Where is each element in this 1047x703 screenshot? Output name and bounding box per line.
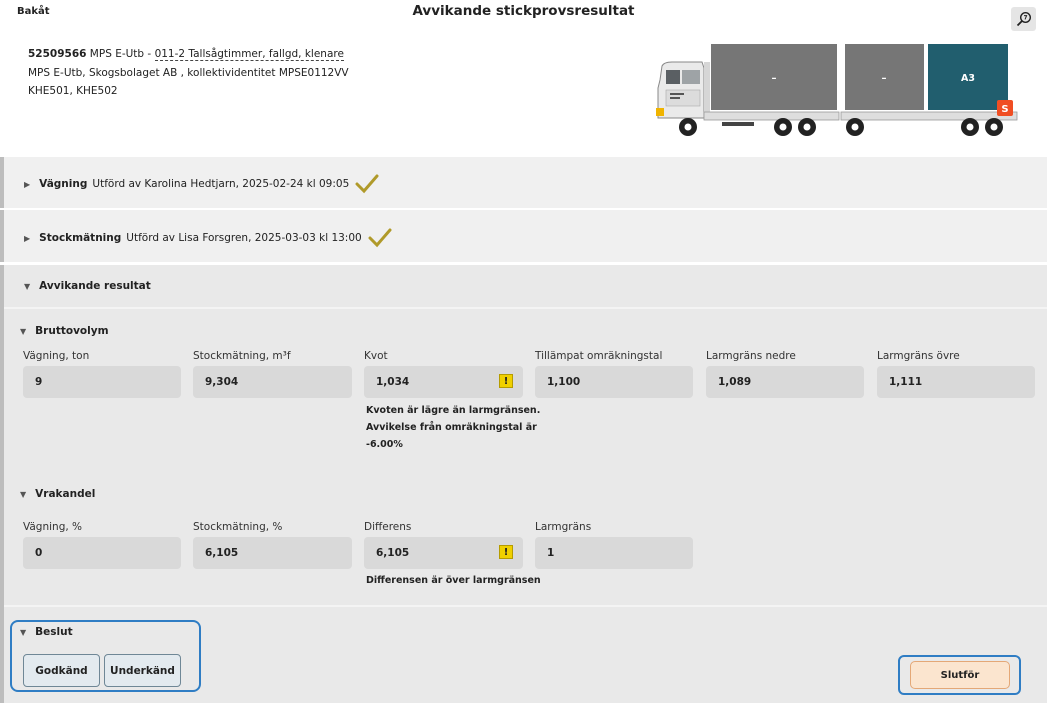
- org-prefix: MPS E-Utb -: [89, 48, 152, 60]
- gross-stock-field: 9,304: [193, 366, 352, 398]
- waste-stock-label: Stockmätning, %: [193, 521, 283, 533]
- zoom-icon: [1016, 11, 1031, 27]
- truck-cab-icon: [656, 61, 710, 119]
- weighing-title: Vägning: [39, 178, 88, 190]
- expand-down-icon: ▼: [20, 326, 27, 336]
- truck-wheels-icon: [679, 118, 1003, 136]
- finish-button[interactable]: Slutför: [910, 661, 1010, 689]
- weighing-section[interactable]: ▶ Vägning Utförd av Karolina Hedtjarn, 2…: [0, 157, 1047, 208]
- waste-diff-field: 6,105 !: [364, 537, 523, 569]
- waste-weighing-label: Vägning, %: [23, 521, 83, 533]
- stock-detail: Utförd av Lisa Forsgren, 2025-03-03 kl 1…: [126, 232, 362, 244]
- info-line-3: KHE501, KHE502: [28, 85, 118, 97]
- section-divider: [4, 307, 1047, 309]
- expand-down-icon: ▼: [20, 627, 27, 637]
- section-divider: [4, 262, 1047, 264]
- info-line-1: 52509566 MPS E-Utb - 011-2 Tallsågtimmer…: [28, 45, 349, 64]
- waste-diff-value: 6,105: [376, 547, 410, 559]
- gross-warning-message: Kvoten är lägre än larmgränsen. Avvikels…: [366, 402, 540, 453]
- page-title: Avvikande stickprovsresultat: [412, 3, 635, 19]
- assortment-link[interactable]: 011-2 Tallsågtimmer, fallgd, klenare: [154, 48, 344, 61]
- waste-warning-message: Differensen är över larmgränsen: [366, 575, 541, 586]
- result-title: Avvikande resultat: [39, 280, 151, 292]
- stock-title: Stockmätning: [39, 232, 122, 244]
- stock-section[interactable]: ▶ Stockmätning Utförd av Lisa Forsgren, …: [0, 210, 1047, 262]
- weighing-detail: Utförd av Karolina Hedtjarn, 2025-02-24 …: [92, 178, 350, 190]
- warning-icon: !: [499, 545, 513, 559]
- checkmark-icon: [355, 174, 379, 194]
- gross-weighing-field: 9: [23, 366, 181, 398]
- waste-weighing-field: 0: [23, 537, 181, 569]
- waste-diff-label: Differens: [364, 521, 412, 533]
- gross-upper-field: 1,111: [877, 366, 1035, 398]
- info-line-2: MPS E-Utb, Skogsbolaget AB , kollektivid…: [28, 66, 349, 79]
- weighing-header[interactable]: ▶ Vägning Utförd av Karolina Hedtjarn, 2…: [24, 174, 379, 194]
- expand-down-icon: ▼: [24, 281, 31, 291]
- gross-lower-label: Larmgräns nedre: [706, 350, 796, 362]
- gross-ratio-value: 1,034: [376, 376, 410, 388]
- waste-header[interactable]: ▼ Vrakandel: [20, 488, 100, 500]
- gross-message-line-1: Kvoten är lägre än larmgränsen.: [366, 405, 541, 416]
- warning-icon: !: [499, 374, 513, 388]
- zoom-button[interactable]: [1011, 7, 1036, 31]
- gross-stock-label: Stockmätning, m³f: [193, 350, 291, 362]
- checkmark-icon: [368, 228, 392, 248]
- top-bar: Bakåt Avvikande stickprovsresultat: [0, 0, 1047, 31]
- decision-header[interactable]: ▼ Beslut: [20, 626, 78, 638]
- gross-ratio-field: 1,034 !: [364, 366, 523, 398]
- gross-title: Bruttovolym: [35, 325, 109, 337]
- gross-header[interactable]: ▼ Bruttovolym: [20, 325, 114, 337]
- truck-load-2-label: –: [882, 73, 887, 84]
- truck-illustration: – – A3 S: [656, 44, 1018, 136]
- truck-load-1-label: –: [772, 73, 777, 84]
- expand-down-icon: ▼: [20, 489, 27, 499]
- waste-title: Vrakandel: [35, 488, 96, 500]
- load-badge-label: S: [1001, 104, 1008, 115]
- gross-message-line-2: Avvikelse från omräkningstal är: [366, 422, 537, 433]
- gross-ratio-label: Kvot: [364, 350, 388, 362]
- waste-limit-field: 1: [535, 537, 693, 569]
- approve-button[interactable]: Godkänd: [23, 654, 100, 687]
- gross-factor-field: 1,100: [535, 366, 693, 398]
- truck-load-3-label: A3: [961, 73, 975, 84]
- gross-upper-label: Larmgräns övre: [877, 350, 960, 362]
- reject-button[interactable]: Underkänd: [104, 654, 181, 687]
- expand-right-icon: ▶: [24, 179, 31, 189]
- waste-limit-label: Larmgräns: [535, 521, 592, 533]
- delivery-info: 52509566 MPS E-Utb - 011-2 Tallsågtimmer…: [28, 45, 349, 101]
- waste-stock-field: 6,105: [193, 537, 352, 569]
- expand-right-icon: ▶: [24, 233, 31, 243]
- gross-message-line-3: -6.00%: [366, 439, 403, 450]
- stock-header[interactable]: ▶ Stockmätning Utförd av Lisa Forsgren, …: [24, 228, 392, 248]
- decision-title: Beslut: [35, 626, 73, 638]
- section-divider: [4, 605, 1047, 607]
- gross-factor-label: Tillämpat omräkningstal: [535, 350, 663, 362]
- result-header[interactable]: ▼ Avvikande resultat: [24, 280, 156, 292]
- delivery-id: 52509566: [28, 48, 87, 60]
- gross-weighing-label: Vägning, ton: [23, 350, 90, 362]
- gross-lower-field: 1,089: [706, 366, 864, 398]
